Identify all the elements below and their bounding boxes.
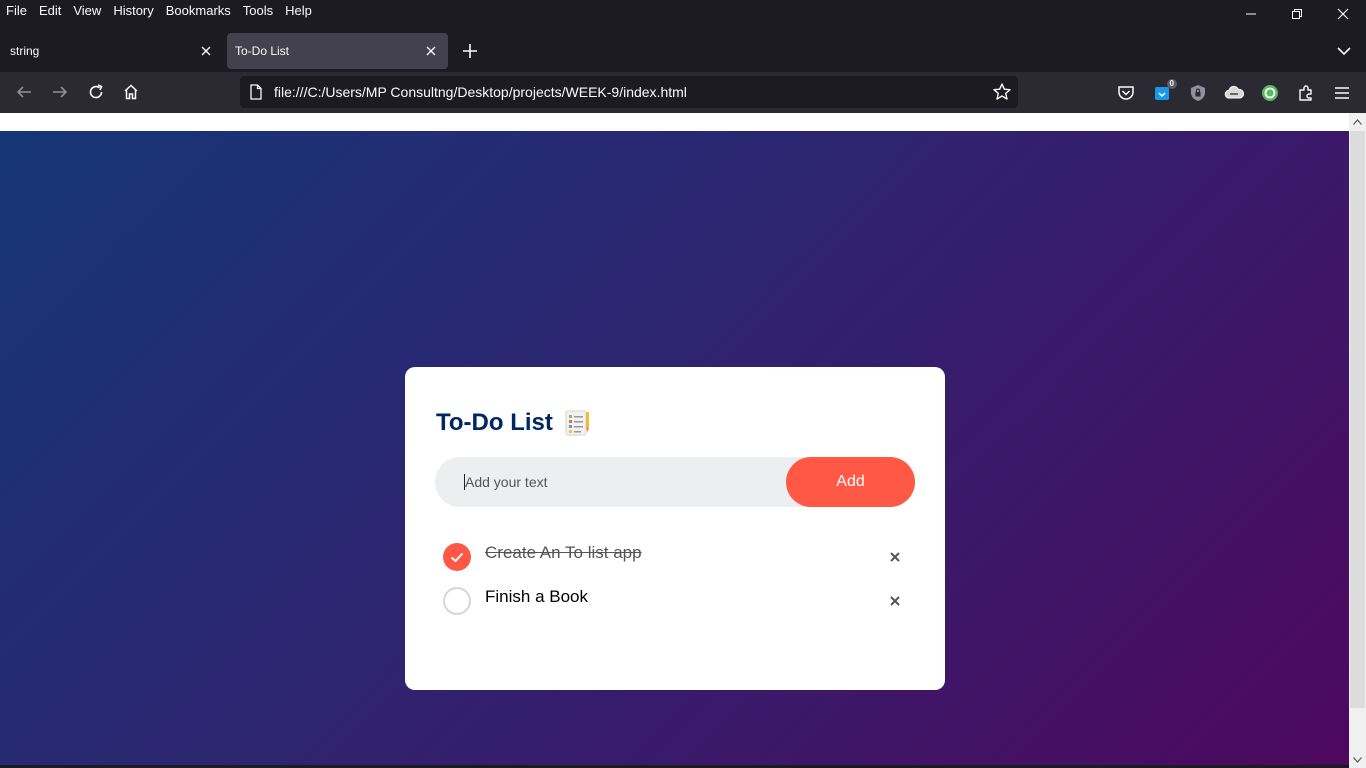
window-controls: [1228, 0, 1366, 28]
vertical-scrollbar[interactable]: [1349, 113, 1366, 768]
cloud-button[interactable]: [1223, 82, 1245, 104]
remove-button[interactable]: [887, 593, 903, 609]
tab-string[interactable]: string: [0, 33, 223, 69]
close-icon: [1337, 8, 1349, 20]
app-title-text: To-Do List: [436, 409, 553, 436]
tab-close-button[interactable]: [197, 42, 215, 60]
back-icon: [16, 86, 31, 98]
todo-card: To-Do List Add your text Add Create An T…: [405, 367, 945, 690]
extensions-button[interactable]: [1295, 82, 1317, 104]
sync-icon: [1262, 85, 1278, 101]
menu-history[interactable]: History: [107, 3, 159, 19]
close-icon: [426, 46, 436, 56]
close-icon: [890, 596, 900, 606]
menu-edit[interactable]: Edit: [33, 3, 67, 19]
close-icon: [201, 46, 211, 56]
todo-input[interactable]: [435, 457, 785, 507]
new-tab-button[interactable]: [458, 39, 482, 63]
scrollbar-thumb[interactable]: [1350, 131, 1365, 708]
url-text[interactable]: file:///C:/Users/MP Consultng/Desktop/pr…: [274, 84, 687, 100]
pocket-icon: [1118, 86, 1134, 100]
checked-circle[interactable]: [443, 543, 471, 571]
checkmark-icon: [450, 552, 464, 563]
back-button[interactable]: [10, 78, 38, 106]
nav-bar: file:///C:/Users/MP Consultng/Desktop/pr…: [0, 72, 1366, 113]
list-all-tabs-button[interactable]: [1332, 39, 1356, 63]
reload-icon: [89, 84, 103, 99]
minimize-button[interactable]: [1228, 0, 1274, 28]
chevron-up-icon: [1353, 118, 1362, 125]
tab-title: To-Do List: [235, 44, 290, 58]
shield-icon: [1191, 85, 1205, 101]
restore-button[interactable]: [1274, 0, 1320, 28]
close-icon: [890, 552, 900, 562]
app-menu-button[interactable]: [1331, 82, 1353, 104]
pocket-button[interactable]: [1115, 82, 1137, 104]
menu-tools[interactable]: Tools: [237, 3, 279, 19]
extension-badge: 0: [1166, 79, 1177, 89]
todo-text: Create An To list app: [485, 543, 642, 562]
menu-bookmarks[interactable]: Bookmarks: [160, 3, 237, 19]
menu-help[interactable]: Help: [279, 3, 318, 19]
menu-list: File Edit View History Bookmarks Tools H…: [0, 3, 318, 19]
page-icon: [250, 84, 262, 100]
star-icon[interactable]: [992, 82, 1012, 102]
app-background: To-Do List Add your text Add Create An T…: [0, 131, 1349, 768]
url-bar[interactable]: file:///C:/Users/MP Consultng/Desktop/pr…: [240, 76, 1018, 108]
extension-button[interactable]: 0: [1151, 79, 1177, 104]
tab-todo-list[interactable]: To-Do List: [227, 33, 448, 69]
plus-icon: [463, 44, 477, 58]
page-viewport: To-Do List Add your text Add Create An T…: [0, 113, 1366, 768]
extensions-icon: [1299, 85, 1312, 101]
scroll-down-arrow[interactable]: [1349, 751, 1366, 768]
scroll-up-arrow[interactable]: [1349, 113, 1366, 130]
list-item[interactable]: Finish a Book: [443, 587, 913, 617]
tab-title: string: [10, 44, 40, 58]
add-button[interactable]: Add: [786, 457, 915, 507]
cloud-icon: [1224, 85, 1244, 99]
menu-icon: [1335, 87, 1349, 99]
home-button[interactable]: [117, 78, 145, 106]
checklist-icon: [565, 410, 589, 436]
reload-button[interactable]: [82, 78, 110, 106]
minimize-icon: [1246, 13, 1256, 15]
todo-text: Finish a Book: [485, 587, 588, 606]
input-row: Add: [435, 457, 915, 507]
restore-icon: [1292, 9, 1302, 19]
menu-bar: File Edit View History Bookmarks Tools H…: [0, 0, 1366, 28]
chevron-down-icon: [1337, 47, 1351, 55]
unchecked-circle[interactable]: [443, 587, 471, 615]
tab-close-button[interactable]: [422, 42, 440, 60]
app-title: To-Do List: [436, 409, 591, 437]
chevron-down-icon: [1353, 756, 1362, 763]
tab-bar: string To-Do List: [0, 28, 1366, 72]
forward-button[interactable]: [46, 78, 74, 106]
menu-file[interactable]: File: [0, 3, 33, 19]
remove-button[interactable]: [887, 549, 903, 565]
home-icon: [124, 84, 138, 100]
shield-button[interactable]: [1187, 82, 1209, 104]
forward-icon: [53, 86, 68, 98]
list-item[interactable]: Create An To list app: [443, 543, 913, 573]
menu-view[interactable]: View: [67, 3, 107, 19]
sync-button[interactable]: [1259, 82, 1281, 104]
text-caret: [464, 474, 465, 490]
close-window-button[interactable]: [1320, 0, 1366, 28]
